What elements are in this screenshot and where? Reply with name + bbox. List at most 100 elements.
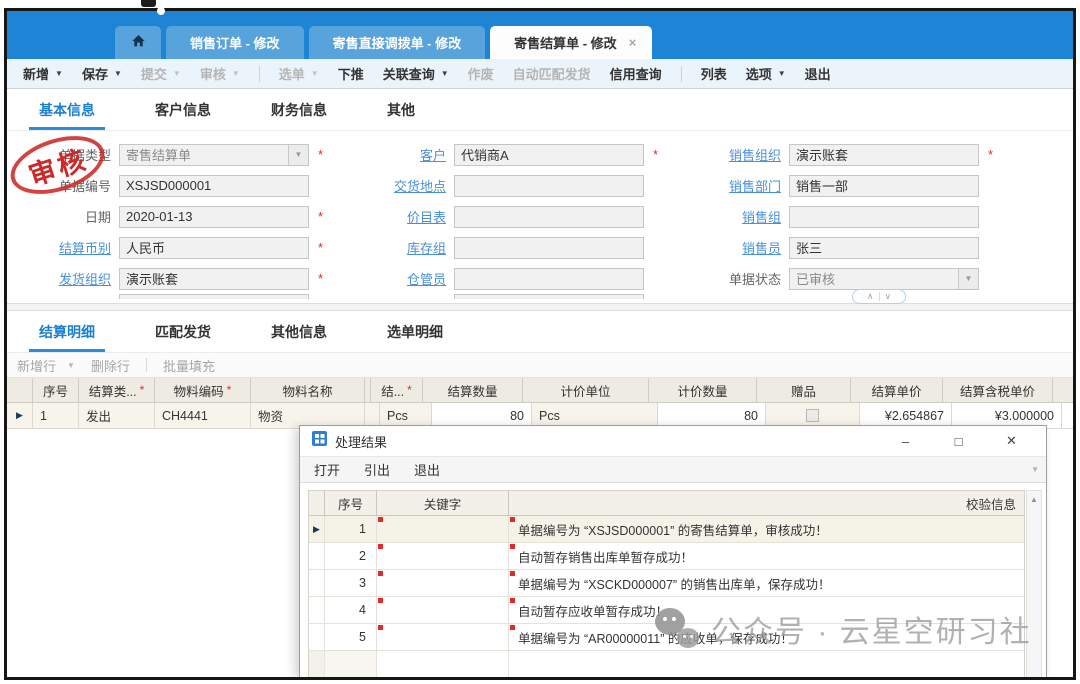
collapse-down-icon[interactable]: ∨ bbox=[885, 292, 892, 301]
result-col-keyword[interactable]: 关键字 bbox=[377, 491, 509, 515]
minimize-button[interactable]: – bbox=[883, 434, 928, 449]
sales-org-input[interactable]: 演示账套 bbox=[789, 144, 979, 166]
export-menu-item[interactable]: 引出 bbox=[364, 460, 390, 479]
dropdown-icon[interactable]: ▼ bbox=[114, 69, 122, 78]
new-button[interactable]: 新增▼ bbox=[23, 64, 63, 83]
delete-row-button[interactable]: 删除行 bbox=[91, 356, 130, 375]
dropdown-icon[interactable]: ▼ bbox=[778, 69, 786, 78]
add-row-button[interactable]: 新增行▼ bbox=[17, 356, 75, 375]
stock-group-link[interactable]: 库存组 bbox=[352, 238, 454, 257]
open-menu-item[interactable]: 打开 bbox=[314, 460, 340, 479]
result-col-seq[interactable]: 序号 bbox=[325, 491, 377, 515]
tab-selected-order-detail[interactable]: 选单明细 bbox=[377, 319, 453, 352]
gift-checkbox[interactable] bbox=[806, 409, 819, 422]
push-down-button[interactable]: 下推 bbox=[338, 64, 364, 83]
cell-material-code[interactable]: CH4441 bbox=[155, 403, 251, 428]
warehouse-keeper-input[interactable] bbox=[454, 268, 644, 290]
result-row[interactable]: 4 自动暂存应收单暂存成功！ bbox=[309, 597, 1024, 624]
settle-currency-input[interactable]: 人民币 bbox=[119, 237, 309, 259]
dropdown-icon[interactable]: ▼ bbox=[55, 69, 63, 78]
home-tab[interactable] bbox=[115, 26, 161, 59]
cell-keyword[interactable] bbox=[377, 597, 509, 623]
doc-type-input[interactable]: 寄售结算单▼ bbox=[119, 144, 309, 166]
batch-fill-button[interactable]: 批量填充 bbox=[163, 356, 215, 375]
exit-button[interactable]: 退出 bbox=[805, 64, 831, 83]
collapse-up-icon[interactable]: ∧ bbox=[867, 292, 874, 301]
result-row[interactable]: ▶ 1 单据编号为 “XSJSD000001” 的寄售结算单，审核成功！ bbox=[309, 516, 1024, 543]
cell-keyword[interactable] bbox=[377, 516, 509, 542]
delivery-place-input[interactable] bbox=[454, 175, 644, 197]
submit-button[interactable]: 提交▼ bbox=[141, 64, 181, 83]
result-row[interactable]: 2 自动暂存销售出库单暂存成功！ bbox=[309, 543, 1024, 570]
result-row[interactable]: 5 单据编号为 “AR00000011” 的应收单，保存成功！ bbox=[309, 624, 1024, 651]
stock-group-input[interactable] bbox=[454, 237, 644, 259]
price-list-link[interactable]: 价目表 bbox=[352, 207, 454, 226]
tab-sales-order[interactable]: 销售订单 - 修改 bbox=[166, 26, 304, 59]
collapse-expand-control[interactable]: ∧ ∨ bbox=[852, 289, 906, 304]
col-price-qty[interactable]: 计价数量 bbox=[649, 378, 757, 402]
doc-status-input[interactable]: 已审核▼ bbox=[789, 268, 979, 290]
tab-consign-settlement[interactable]: 寄售结算单 - 修改 × bbox=[490, 26, 652, 59]
doc-no-input[interactable]: XSJSD000001 bbox=[119, 175, 309, 197]
auto-match-delivery-button[interactable]: 自动匹配发货 bbox=[513, 64, 591, 83]
tab-finance-info[interactable]: 财务信息 bbox=[261, 97, 337, 130]
delivery-place-link[interactable]: 交货地点 bbox=[352, 176, 454, 195]
cell-message[interactable]: 单据编号为 “AR00000011” 的应收单，保存成功！ bbox=[509, 624, 1024, 650]
settle-currency-link[interactable]: 结算币别 bbox=[7, 238, 119, 257]
dropdown-arrow-icon[interactable]: ▼ bbox=[958, 269, 978, 289]
dropdown-icon[interactable]: ▼ bbox=[441, 69, 449, 78]
result-col-message[interactable]: 校验信息 bbox=[509, 491, 1024, 515]
date-input[interactable]: 2020-01-13 bbox=[119, 206, 309, 228]
dialog-close-button[interactable]: ✕ bbox=[989, 433, 1034, 449]
col-settle-qty[interactable]: 结算数量 bbox=[423, 378, 523, 402]
dialog-titlebar[interactable]: 处理结果 – □ ✕ bbox=[300, 426, 1046, 456]
cell-message[interactable]: 自动暂存应收单暂存成功！ bbox=[509, 597, 1024, 623]
sales-dept-input[interactable]: 销售一部 bbox=[789, 175, 979, 197]
delivery-org-input[interactable]: 演示账套 bbox=[119, 268, 309, 290]
void-button[interactable]: 作废 bbox=[468, 64, 494, 83]
tab-settlement-detail[interactable]: 结算明细 bbox=[29, 319, 105, 352]
warehouse-keeper-link[interactable]: 仓管员 bbox=[352, 269, 454, 288]
tab-other[interactable]: 其他 bbox=[377, 97, 425, 130]
tab-consign-transfer[interactable]: 寄售直接调拨单 - 修改 bbox=[309, 26, 486, 59]
cell-keyword[interactable] bbox=[377, 570, 509, 596]
cell-message[interactable]: 单据编号为 “XSCKD000007” 的销售出库单，保存成功！ bbox=[509, 570, 1024, 596]
maximize-button[interactable]: □ bbox=[936, 434, 981, 449]
result-row[interactable]: 3 单据编号为 “XSCKD000007” 的销售出库单，保存成功！ bbox=[309, 570, 1024, 597]
customer-input[interactable]: 代销商A bbox=[454, 144, 644, 166]
sales-org-link[interactable]: 销售组织 bbox=[697, 145, 789, 164]
related-query-button[interactable]: 关联查询▼ bbox=[383, 64, 449, 83]
col-settle-unit[interactable]: 结...* bbox=[371, 378, 423, 402]
exit-menu-item[interactable]: 退出 bbox=[414, 460, 440, 479]
cell-seq[interactable]: 1 bbox=[33, 403, 79, 428]
tab-other-info[interactable]: 其他信息 bbox=[261, 319, 337, 352]
save-button[interactable]: 保存▼ bbox=[82, 64, 122, 83]
tab-basic-info[interactable]: 基本信息 bbox=[29, 97, 105, 130]
dialog-scrollbar[interactable]: ▲ bbox=[1026, 490, 1042, 677]
col-price-unit[interactable]: 计价单位 bbox=[523, 378, 649, 402]
cell-keyword[interactable] bbox=[377, 624, 509, 650]
col-material-name[interactable]: 物料名称 bbox=[251, 378, 365, 402]
list-button[interactable]: 列表 bbox=[701, 64, 727, 83]
cell-settle-type[interactable]: 发出 bbox=[79, 403, 155, 428]
cell-message[interactable]: 自动暂存销售出库单暂存成功！ bbox=[509, 543, 1024, 569]
col-settle-type[interactable]: 结算类...* bbox=[79, 378, 155, 402]
dropdown-arrow-icon[interactable]: ▼ bbox=[288, 145, 308, 165]
col-settle-price[interactable]: 结算单价 bbox=[851, 378, 943, 402]
tab-match-delivery[interactable]: 匹配发货 bbox=[145, 319, 221, 352]
sales-group-input[interactable] bbox=[789, 206, 979, 228]
salesperson-link[interactable]: 销售员 bbox=[697, 238, 789, 257]
tab-customer-info[interactable]: 客户信息 bbox=[145, 97, 221, 130]
cell-keyword[interactable] bbox=[377, 543, 509, 569]
col-material-code[interactable]: 物料编码* bbox=[155, 378, 251, 402]
options-button[interactable]: 选项▼ bbox=[746, 64, 786, 83]
select-order-button[interactable]: 选单▼ bbox=[279, 64, 319, 83]
credit-query-button[interactable]: 信用查询 bbox=[610, 64, 662, 83]
col-free-gift[interactable]: 赠品 bbox=[757, 378, 851, 402]
close-tab-icon[interactable]: × bbox=[629, 35, 637, 50]
sales-dept-link[interactable]: 销售部门 bbox=[697, 176, 789, 195]
col-seq[interactable]: 序号 bbox=[33, 378, 79, 402]
col-settle-price-tax[interactable]: 结算含税单价 bbox=[943, 378, 1053, 402]
sales-group-link[interactable]: 销售组 bbox=[697, 207, 789, 226]
cell-message[interactable]: 单据编号为 “XSJSD000001” 的寄售结算单，审核成功！ bbox=[509, 516, 1024, 542]
